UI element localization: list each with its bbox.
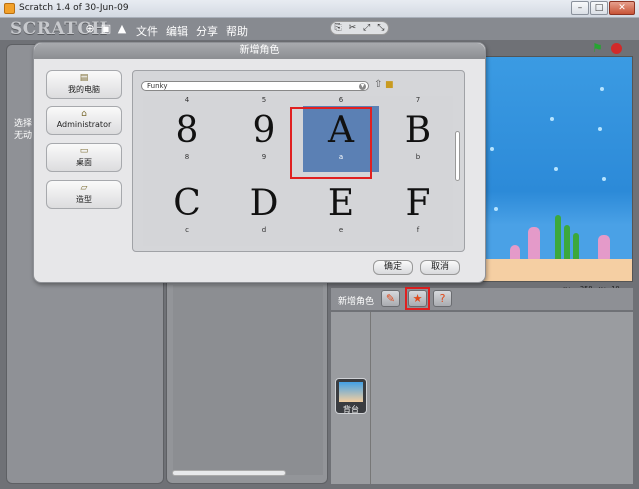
new-folder-icon[interactable]: ■ — [385, 80, 396, 90]
save-icon[interactable]: ▣ — [100, 23, 112, 35]
sprite-toolbox: ⎘ ✂ ⤢ ⤡ — [330, 21, 389, 35]
item-caption: 5 — [261, 96, 267, 104]
chevron-down-icon[interactable]: ▼ — [359, 83, 366, 90]
sprite-list-area[interactable] — [331, 312, 633, 484]
paint-new-sprite-button[interactable]: ✎ — [381, 290, 400, 307]
location-administrator[interactable]: ⌂ Administrator — [46, 106, 122, 135]
menu-edit[interactable]: 编辑 — [166, 23, 188, 39]
sprite-item[interactable]: B b — [380, 109, 456, 161]
item-caption: 7 — [415, 96, 421, 104]
new-sprite-dialog: 新增角色 ▤ 我的电脑 ⌂ Administrator ▭ 桌面 ▱ 造型 Fu… — [33, 42, 486, 283]
grow-tool-icon[interactable]: ⤢ — [362, 23, 372, 33]
bubble — [490, 147, 494, 151]
highlight-outline — [405, 287, 430, 310]
divider — [370, 312, 371, 484]
location-my-computer[interactable]: ▤ 我的电脑 — [46, 70, 122, 99]
home-icon: ⌂ — [81, 109, 87, 119]
sprite-item[interactable]: E e — [303, 182, 379, 234]
bubble — [600, 87, 604, 91]
selected-item-outline — [290, 107, 372, 179]
bubble — [550, 117, 554, 121]
scratch-app-icon — [4, 3, 15, 14]
bubble — [554, 167, 558, 171]
bubble — [602, 177, 606, 181]
sprite-item[interactable]: C c — [149, 182, 225, 234]
random-sprite-button[interactable]: ? — [433, 290, 452, 307]
folder-icon: ▭ — [79, 146, 89, 156]
duplicate-tool-icon[interactable]: ⎘ — [333, 23, 343, 33]
ok-button[interactable]: 确定 — [373, 260, 413, 275]
globe-language-icon[interactable]: ⊕ — [84, 23, 96, 35]
sand — [480, 259, 632, 281]
shrink-tool-icon[interactable]: ⤡ — [376, 23, 386, 33]
new-sprite-label: 新增角色 — [338, 297, 375, 307]
stop-button[interactable] — [611, 43, 622, 54]
costume-folder-icon: ▱ — [80, 183, 88, 193]
stage-thumbnail-label: 背台 — [343, 405, 359, 414]
computer-icon: ▤ — [79, 73, 89, 83]
scripts-horizontal-scrollbar[interactable] — [172, 470, 286, 476]
window-titlebar: Scratch 1.4 of 30-Jun-09 – □ ✕ — [0, 0, 639, 18]
folder-path-select[interactable]: Funky ▼ — [141, 81, 369, 91]
window-title: Scratch 1.4 of 30-Jun-09 — [19, 3, 129, 13]
palette-note: 选择 无动 — [14, 119, 33, 141]
bubble — [598, 127, 602, 131]
close-button[interactable]: ✕ — [609, 1, 635, 15]
scratch-menubar: SCRATCH ⊕ ▣ ▲ 文件 编辑 分享 帮助 — [0, 18, 639, 40]
scripts-area[interactable] — [173, 285, 323, 475]
menu-file[interactable]: 文件 — [136, 23, 158, 39]
stage[interactable] — [479, 56, 633, 282]
location-desktop[interactable]: ▭ 桌面 — [46, 143, 122, 172]
item-caption: 4 — [184, 96, 190, 104]
stage-thumbnail[interactable]: 背台 — [335, 378, 367, 414]
parent-folder-icon[interactable]: ⇧ — [374, 79, 384, 91]
sprite-item[interactable]: F f — [380, 182, 456, 234]
delete-tool-icon[interactable]: ✂ — [347, 23, 357, 33]
grid-vertical-scrollbar[interactable] — [455, 131, 460, 181]
maximize-button[interactable]: □ — [590, 1, 608, 15]
window-controls: – □ ✕ — [571, 1, 635, 15]
dialog-title: 新增角色 — [34, 43, 485, 59]
share-project-icon[interactable]: ▲ — [116, 23, 128, 35]
location-costumes[interactable]: ▱ 造型 — [46, 180, 122, 209]
stage-thumbnail-image — [339, 382, 363, 402]
menu-help[interactable]: 帮助 — [226, 23, 248, 39]
sprite-item[interactable]: D d — [226, 182, 302, 234]
bubble — [494, 207, 498, 211]
sprite-item[interactable]: 8 8 — [149, 109, 225, 161]
menu-share[interactable]: 分享 — [196, 23, 218, 39]
cancel-button[interactable]: 取消 — [420, 260, 460, 275]
green-flag-icon[interactable]: ⚑ — [592, 42, 604, 54]
seaweed — [564, 225, 570, 263]
coral — [528, 227, 540, 263]
item-caption: 6 — [338, 96, 344, 104]
minimize-button[interactable]: – — [571, 1, 589, 15]
seaweed — [555, 215, 561, 263]
new-sprite-bar: 新增角色 ✎ ★ ? — [331, 288, 633, 310]
